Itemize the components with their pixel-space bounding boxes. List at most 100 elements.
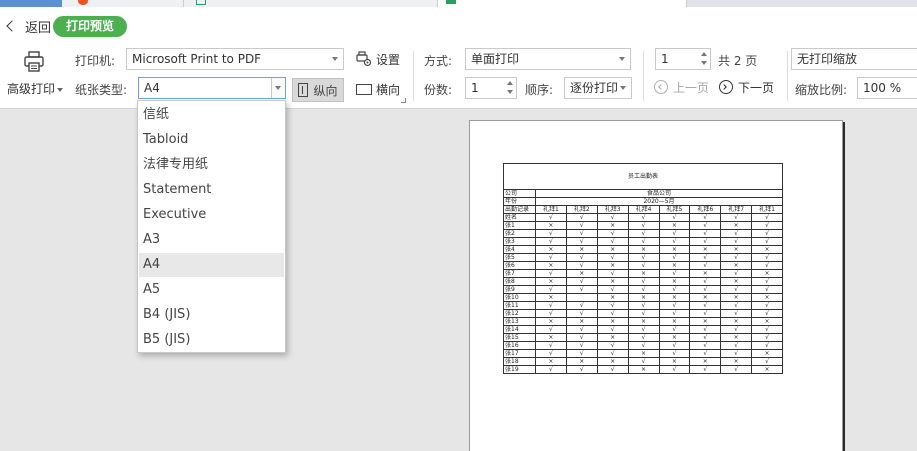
page-setup-launcher-icon[interactable] (401, 98, 406, 103)
paper-option[interactable]: Executive (139, 203, 284, 227)
copies-stepper[interactable]: 1 (465, 77, 517, 99)
landscape-button[interactable]: 横向 (356, 79, 400, 99)
attendance-cell: √ (596, 365, 629, 374)
attendance-cell: √ (658, 325, 691, 334)
next-page-label: 下一页 (738, 80, 775, 95)
attendance-cell: √ (627, 221, 660, 230)
order-select[interactable]: 逐份打印 (564, 77, 632, 99)
paper-type-dropdown-button[interactable] (271, 78, 285, 98)
attendance-cell: × (627, 269, 660, 278)
tab-document-active[interactable] (438, 0, 686, 7)
zoom-input[interactable]: 100 % (857, 77, 917, 99)
paper-option[interactable]: B4 (JIS) (139, 303, 284, 327)
attendance-cell: √ (596, 349, 629, 358)
paper-option[interactable]: A3 (139, 228, 284, 252)
attendance-cell: √ (751, 213, 783, 222)
attendance-cell: √ (751, 357, 783, 366)
attendance-table: 公司 食品公司 年份 2020—5月 出勤记录 礼拜1 礼拜2 礼拜3 礼拜4 礼拜5 礼拜… (503, 189, 783, 374)
printer-select[interactable]: Microsoft Print to PDF (126, 48, 344, 70)
attendance-cell: √ (627, 325, 660, 334)
attendance-cell: √ (535, 349, 567, 358)
attendance-cell: √ (535, 309, 567, 318)
scale-mode-select[interactable]: 无打印缩放 (791, 48, 917, 70)
printer-value: Microsoft Print to PDF (132, 52, 262, 66)
settings-button[interactable]: 设置 (356, 49, 400, 69)
paper-option[interactable]: B5 (JIS) (139, 328, 284, 352)
copies-spin-buttons[interactable] (504, 78, 516, 98)
paper-option[interactable]: A5 (139, 278, 284, 302)
advanced-print-button[interactable]: 高级打印 (5, 49, 65, 101)
printer-icon (24, 51, 44, 72)
attendance-cell: × (535, 277, 567, 286)
attendance-cell: × (658, 293, 691, 302)
attendance-cell: √ (658, 253, 691, 262)
attendance-cell: × (596, 293, 629, 302)
attendance-cell: × (658, 245, 691, 254)
next-page-button[interactable]: 下一页 (719, 77, 774, 97)
tab-document-2[interactable] (184, 0, 438, 7)
paper-option[interactable]: A4 (139, 253, 284, 277)
attendance-cell: √ (565, 277, 598, 286)
attendance-cell: √ (535, 229, 567, 238)
paper-type-select[interactable]: A4 (138, 77, 286, 99)
employee-name-cell: 张17 (503, 349, 536, 358)
attendance-cell: √ (596, 301, 629, 310)
portrait-button[interactable]: 纵向 (292, 78, 344, 102)
tab-home[interactable] (0, 0, 62, 7)
employee-name-cell: 张5 (503, 253, 536, 262)
attendance-cell: √ (689, 237, 722, 246)
attendance-cell: √ (596, 325, 629, 334)
attendance-cell: × (535, 357, 567, 366)
attendance-cell: √ (658, 309, 691, 318)
attendance-cell: √ (535, 237, 567, 246)
attendance-cell: √ (535, 341, 567, 350)
attendance-cell: × (596, 333, 629, 342)
method-value: 单面打印 (471, 52, 520, 66)
attendance-cell: √ (751, 221, 783, 230)
employee-name-cell: 张19 (503, 365, 536, 374)
app-icon (78, 0, 88, 5)
attendance-cell: × (689, 357, 722, 366)
paper-option[interactable]: Statement (139, 178, 284, 202)
attendance-cell: √ (565, 261, 598, 270)
attendance-cell: √ (689, 309, 722, 318)
attendance-cell: √ (535, 301, 567, 310)
page-spin-buttons[interactable] (698, 49, 710, 69)
table-header-row: 出勤记录 礼拜1 礼拜2 礼拜3 礼拜4 礼拜5 礼拜6 礼拜7 礼拜1 (503, 205, 783, 214)
settings-label: 设置 (376, 52, 401, 67)
tab-document-1[interactable] (62, 0, 184, 7)
attendance-cell: × (565, 357, 598, 366)
spreadsheet-icon (446, 0, 456, 4)
table-row: 张2 √ √ √ √ √ √ √ √ (503, 229, 783, 238)
attendance-cell: × (565, 245, 598, 254)
page-number-stepper[interactable]: 1 (655, 48, 711, 70)
attendance-cell: × (689, 245, 722, 254)
attendance-cell: × (720, 261, 753, 270)
attendance-cell: √ (565, 301, 598, 310)
attendance-cell: √ (689, 333, 722, 342)
attendance-cell: √ (720, 269, 753, 278)
attendance-cell: √ (689, 365, 722, 374)
attendance-cell: √ (627, 301, 660, 310)
attendance-cell: × (535, 261, 567, 270)
attendance-cell: √ (565, 237, 598, 246)
method-label: 方式: (424, 54, 453, 68)
paper-option[interactable]: 信纸 (139, 103, 284, 127)
attendance-cell: √ (535, 285, 567, 294)
back-button[interactable]: 返回 (6, 18, 51, 36)
attendance-cell: √ (627, 277, 660, 286)
table-row: 张11 √ √ √ √ √ √ √ √ (503, 301, 783, 310)
prev-page-button[interactable]: 上一页 (654, 77, 709, 97)
attendance-cell: √ (596, 253, 629, 262)
table-row: 张14 √ √ √ √ √ √ √ √ (503, 325, 783, 334)
table-header-cell: 礼拜4 (627, 205, 660, 214)
attendance-cell: √ (751, 229, 783, 238)
method-select[interactable]: 单面打印 (465, 48, 631, 70)
attendance-cell: √ (596, 285, 629, 294)
paper-option[interactable]: Tabloid (139, 128, 284, 152)
paper-option[interactable]: 法律专用纸 (139, 153, 284, 177)
sheet-title: 员工出勤表 (503, 163, 783, 189)
employee-name-cell: 张2 (503, 229, 536, 238)
attendance-cell: √ (627, 237, 660, 246)
attendance-cell: × (689, 269, 722, 278)
